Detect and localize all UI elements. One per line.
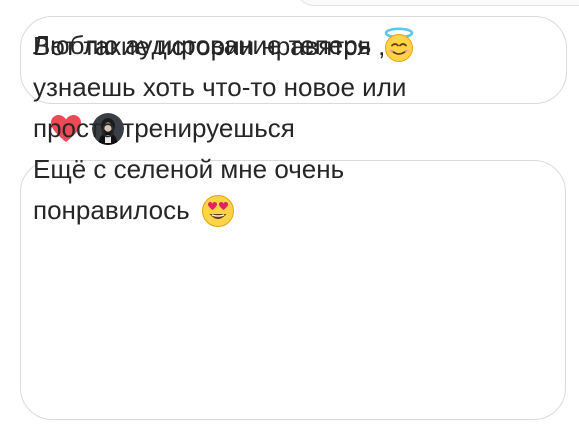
message-line: узнаешь хоть что-то новое или: [33, 72, 407, 102]
smiling-face-with-heart-eyes-icon: [201, 194, 234, 227]
message-line-last: понравилось: [33, 190, 406, 231]
previous-message-bubble: [296, 0, 579, 6]
message-line: Вот такие истории нравятся ,: [33, 31, 386, 61]
message-line: Ещё с селеной мне очень: [33, 154, 345, 184]
message-line-text: понравилось: [33, 195, 190, 225]
message-line: просто тренируешься: [33, 113, 295, 143]
message-text-block: Вот такие истории нравятся , узнаешь хот…: [33, 26, 406, 231]
